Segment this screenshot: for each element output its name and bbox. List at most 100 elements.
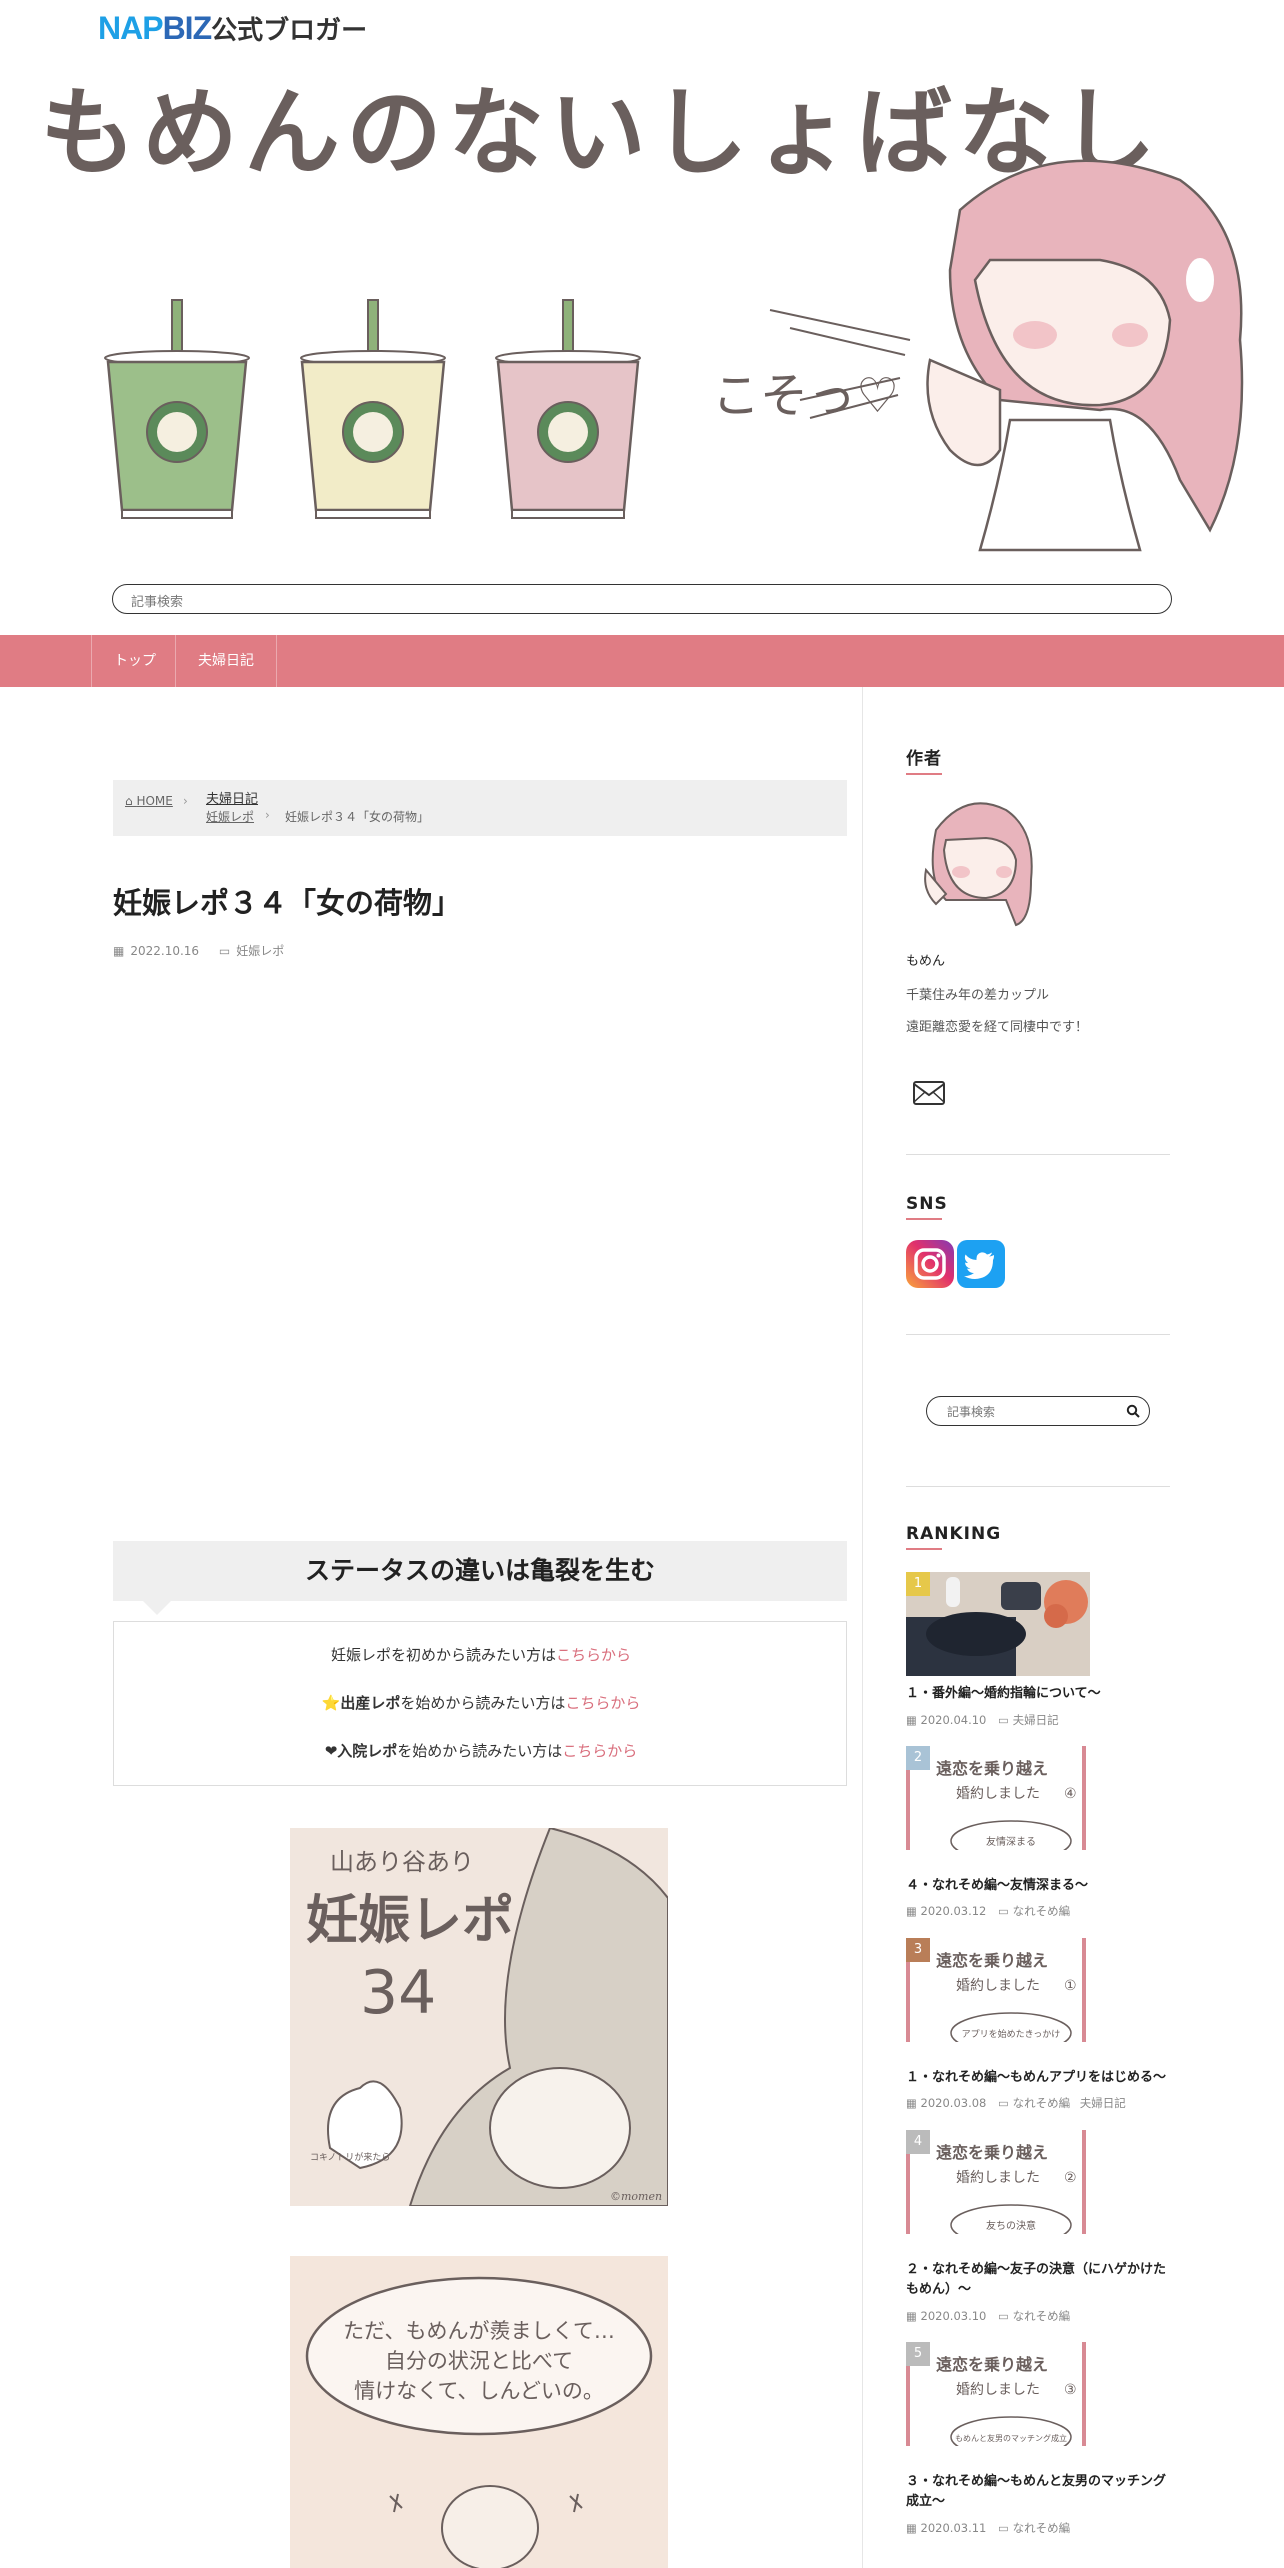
nav-item-top[interactable]: トップ (91, 635, 178, 687)
series-link-text: を始めから読みたい方は (400, 1694, 566, 1712)
post-date: 2022.10.16 (130, 944, 200, 958)
calendar-icon: ▦ (906, 2521, 921, 2535)
post-meta: ▦ 2022.10.16 ▭ 妊娠レポ (113, 942, 290, 959)
breadcrumb-separator-icon: › (265, 808, 270, 822)
napbiz-biz: BIZ (162, 10, 213, 46)
rank-badge: 1 (906, 1572, 930, 1596)
folder-icon: ▭ (998, 1713, 1013, 1727)
post-illustration-title-card: 山あり谷あり 妊娠レポ 34 コキノトリが来たら ©momen (290, 1828, 668, 2206)
heart-icon: ❤ (324, 1742, 338, 1760)
star-icon: ⭐ (321, 1694, 341, 1712)
ranking-meta: ▦ 2020.03.11 ▭ なれそめ編 (906, 2520, 1070, 2536)
column-divider (862, 687, 863, 2568)
napbiz-badge[interactable]: NAPBIZ公式ブロガー (98, 10, 367, 47)
author-heading: 作者 (906, 744, 942, 775)
ranking-date: 2020.03.12 (920, 1904, 987, 1918)
breadcrumb-home-link[interactable]: ⌂ HOME (125, 794, 173, 808)
ranking-title-link[interactable]: １・なれそめ編～もめんアプリをはじめる～ (906, 2068, 1176, 2088)
ranking-title-link[interactable]: ２・なれそめ編～友子の決意（にハゲかけたもめん）～ (906, 2260, 1176, 2300)
ranking-category-link[interactable]: なれそめ編 (1013, 2309, 1071, 2323)
header-illustration: こそっ♡ (104, 159, 1244, 552)
search-icon[interactable] (1126, 1404, 1140, 1418)
ranking-thumbnail[interactable]: 遠恋を乗り越え 婚約しました ④ 友情深まる 2 (906, 1746, 1090, 1850)
thumb-bubble: 友情深まる (986, 1835, 1036, 1848)
rank-badge: 4 (906, 2130, 930, 2154)
ranking-category-link[interactable]: なれそめ編 (1013, 1904, 1071, 1918)
author-avatar[interactable] (906, 790, 1046, 930)
ranking-meta: ▦ 2020.03.08 ▭ なれそめ編 夫婦日記 (906, 2095, 1126, 2111)
header-search-input[interactable]: 記事検索 (112, 584, 1172, 614)
ranking-category-link[interactable]: なれそめ編 (1013, 2521, 1071, 2535)
thumb-line1: 遠恋を乗り越え (936, 1759, 1048, 1778)
thumb-line1: 遠恋を乗り越え (936, 2355, 1048, 2374)
folder-icon: ▭ (998, 1904, 1013, 1918)
ranking-thumbnail[interactable]: 1 (906, 1572, 1090, 1676)
rank-badge: 3 (906, 1938, 930, 1962)
instagram-icon[interactable] (906, 1240, 954, 1288)
sns-heading: SNS (906, 1194, 948, 1220)
kosotto-text: こそっ♡ (712, 368, 899, 424)
post-title: 妊娠レポ３４「女の荷物」 (113, 886, 462, 920)
sidebar-search-input[interactable]: 記事検索 (926, 1396, 1150, 1426)
cup-green-icon (104, 299, 250, 519)
thumb-line2: 婚約しました (956, 2170, 1040, 2186)
illust1-title: 妊娠レポ (306, 1891, 514, 1951)
ranking-meta: ▦ 2020.04.10 ▭ 夫婦日記 (906, 1712, 1059, 1728)
author-description: 千葉住み年の差カップル (906, 988, 1050, 1003)
illust2-line3: 情けなくて、しんどいの。 (354, 2379, 604, 2403)
ranking-category-link[interactable]: 夫婦日記 (1080, 2096, 1126, 2110)
napbiz-suffix: 公式ブロガー (211, 15, 368, 45)
thumb-line2: 婚約しました (956, 1786, 1040, 1802)
rank-badge: 5 (906, 2342, 930, 2366)
global-nav: トップ 夫婦日記 (0, 635, 1284, 687)
series-link-row: ❤入院レポを始めから読みたい方はこちらから (114, 1740, 848, 1761)
folder-icon: ▭ (998, 2521, 1013, 2535)
ranking-thumbnail[interactable]: 遠恋を乗り越え 婚約しました ③ もめんと友男のマッチング成立 5 (906, 2342, 1090, 2446)
illust2-line1: ただ、もめんが羨ましくて… (343, 2319, 615, 2343)
pregnancy-report-link[interactable]: こちらから (556, 1646, 631, 1664)
illust1-tag: コキノトリが来たら (310, 2151, 390, 2163)
hospital-report-link[interactable]: こちらから (562, 1742, 637, 1760)
breadcrumb-current: 妊娠レポ３４「女の荷物」 (285, 810, 430, 824)
thumb-bubble: アプリを始めたきっかけ (962, 2028, 1061, 2040)
breadcrumb-subcategory-link[interactable]: 妊娠レポ (206, 808, 254, 825)
ranking-title-link[interactable]: １・番外編～婚約指輪について～ (906, 1684, 1176, 1704)
nav-item-couple-diary[interactable]: 夫婦日記 (175, 635, 277, 687)
ranking-category-link[interactable]: 夫婦日記 (1013, 1713, 1059, 1727)
calendar-icon: ▦ (906, 2309, 921, 2323)
napbiz-nap: NAP (98, 10, 164, 46)
illust2-line2: 自分の状況と比べて (385, 2349, 573, 2373)
mail-icon[interactable] (912, 1078, 946, 1108)
series-link-bold: 入院レポ (337, 1742, 398, 1760)
calendar-icon: ▦ (906, 1904, 921, 1918)
ranking-thumbnail[interactable]: 遠恋を乗り越え 婚約しました ① アプリを始めたきっかけ 3 (906, 1938, 1090, 2042)
site-header: NAPBIZ公式ブロガー もめんのないしょばなし こそっ♡ 記事検索 (0, 0, 1284, 635)
breadcrumb-home-label: HOME (136, 794, 173, 808)
post-category-link[interactable]: 妊娠レポ (236, 944, 284, 958)
ranking-title-link[interactable]: ４・なれそめ編～友情深まる～ (906, 1876, 1176, 1896)
ranking-meta: ▦ 2020.03.10 ▭ なれそめ編 (906, 2308, 1070, 2324)
twitter-icon[interactable] (957, 1240, 1005, 1288)
thumb-line1: 遠恋を乗り越え (936, 2143, 1048, 2162)
ranking-title-link[interactable]: ３・なれそめ編～もめんと友男のマッチング成立～ (906, 2472, 1176, 2512)
series-link-row: 妊娠レポを初めから読みたい方はこちらから (114, 1644, 848, 1665)
folder-icon: ▭ (218, 944, 231, 958)
thumb-line2: 婚約しました (956, 2382, 1040, 2398)
author-description: 遠距離恋愛を経て同棲中です！ (906, 1020, 1089, 1035)
breadcrumb-category-link[interactable]: 夫婦日記 (206, 788, 258, 807)
illust1-number: 34 (360, 1958, 436, 2028)
thumb-bubble: もめんと友男のマッチング成立 (955, 2433, 1067, 2443)
heading-pointer (143, 1601, 171, 1615)
birth-report-link[interactable]: こちらから (565, 1694, 640, 1712)
illust1-credit: ©momen (610, 2190, 662, 2203)
thumb-line2: 婚約しました (956, 1978, 1040, 1994)
ranking-heading: RANKING (906, 1524, 1002, 1550)
ranking-date: 2020.04.10 (920, 1713, 987, 1727)
girl-illustration-icon (926, 159, 1244, 552)
series-link-text: を始めから読みたい方は (397, 1742, 563, 1760)
ranking-thumbnail[interactable]: 遠恋を乗り越え 婚約しました ② 友ちの決意 4 (906, 2130, 1090, 2234)
ranking-category-link[interactable]: なれそめ編 (1013, 2096, 1071, 2110)
series-links-box: 妊娠レポを初めから読みたい方はこちらから ⭐出産レポを始めから読みたい方はこちら… (113, 1621, 847, 1786)
thumb-bubble: 友ちの決意 (986, 2219, 1036, 2232)
breadcrumb-separator-icon: › (183, 794, 188, 808)
